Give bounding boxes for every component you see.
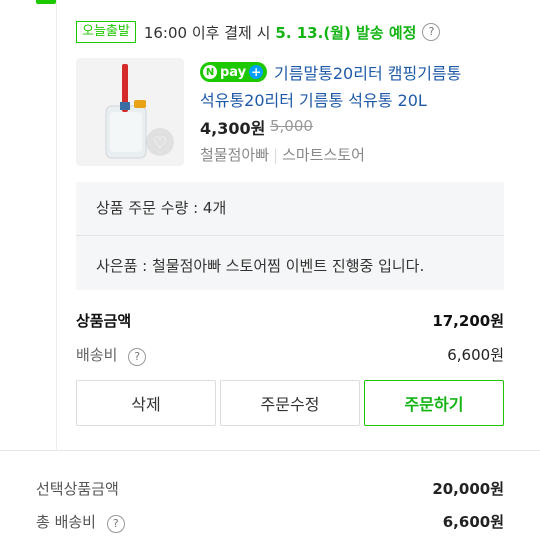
npay-plus-badge: N pay + bbox=[200, 62, 268, 82]
shipping-fee-help-icon[interactable]: ? bbox=[128, 348, 147, 366]
today-ship-badge: 오늘출발 bbox=[76, 21, 136, 43]
product-amount-value: 17,200원 bbox=[432, 312, 504, 330]
total-shipping-label: 총 배송비 bbox=[36, 513, 96, 531]
option-quantity: 상품 주문 수량 : 4개 bbox=[96, 199, 227, 217]
wishlist-heart-icon[interactable]: ♡ bbox=[146, 128, 174, 156]
product-amount-label: 상품금액 bbox=[76, 312, 132, 330]
original-price: 5,000 bbox=[270, 117, 313, 135]
order-button[interactable]: 주문하기 bbox=[364, 380, 504, 426]
divider-vertical bbox=[56, 0, 57, 450]
npay-n-icon: N bbox=[203, 65, 217, 79]
seller-info: 철물점아빠 | 스마트스토어 bbox=[200, 146, 365, 164]
selected-amount-value: 20,000원 bbox=[432, 480, 504, 498]
delete-button[interactable]: 삭제 bbox=[76, 380, 216, 426]
option-divider bbox=[76, 235, 504, 236]
selected-amount-label: 선택상품금액 bbox=[36, 480, 119, 498]
shipping-cutoff-text: 16:00 이후 결제 시 bbox=[143, 23, 271, 42]
shipping-help-icon[interactable]: ? bbox=[422, 23, 441, 41]
shipping-fee-row: 배송비 ? bbox=[76, 344, 147, 366]
product-title-line1[interactable]: 기름말통20리터 캠핑기름통 bbox=[274, 60, 504, 87]
option-gift: 사은품 : 철물점아빠 스토어찜 이벤트 진행중 입니다. bbox=[96, 257, 425, 275]
total-shipping-help-icon[interactable]: ? bbox=[106, 515, 125, 533]
plus-icon: + bbox=[249, 65, 264, 79]
shipping-info: 오늘출발 16:00 이후 결제 시 5. 13.(월) 발송 예정 ? bbox=[76, 18, 441, 46]
edit-order-button[interactable]: 주문수정 bbox=[220, 380, 360, 426]
seller-name[interactable]: 철물점아빠 bbox=[200, 146, 269, 164]
product-title-line2[interactable]: 석유통20리터 기름통 석유통 20L bbox=[200, 87, 500, 114]
shipping-fee-value: 6,600원 bbox=[447, 346, 504, 364]
section-divider bbox=[0, 450, 540, 451]
total-shipping-row: 총 배송비 ? bbox=[36, 511, 125, 533]
npay-label: pay bbox=[220, 64, 247, 80]
total-shipping-value: 6,600원 bbox=[442, 513, 504, 531]
store-type: 스마트스토어 bbox=[282, 146, 365, 164]
checkbox-tab[interactable] bbox=[36, 0, 56, 4]
shipping-date: 5. 13.(월) 발송 예정 bbox=[275, 23, 417, 42]
shipping-fee-label: 배송비 bbox=[76, 346, 118, 364]
product-price: 4,300원 bbox=[200, 119, 266, 138]
